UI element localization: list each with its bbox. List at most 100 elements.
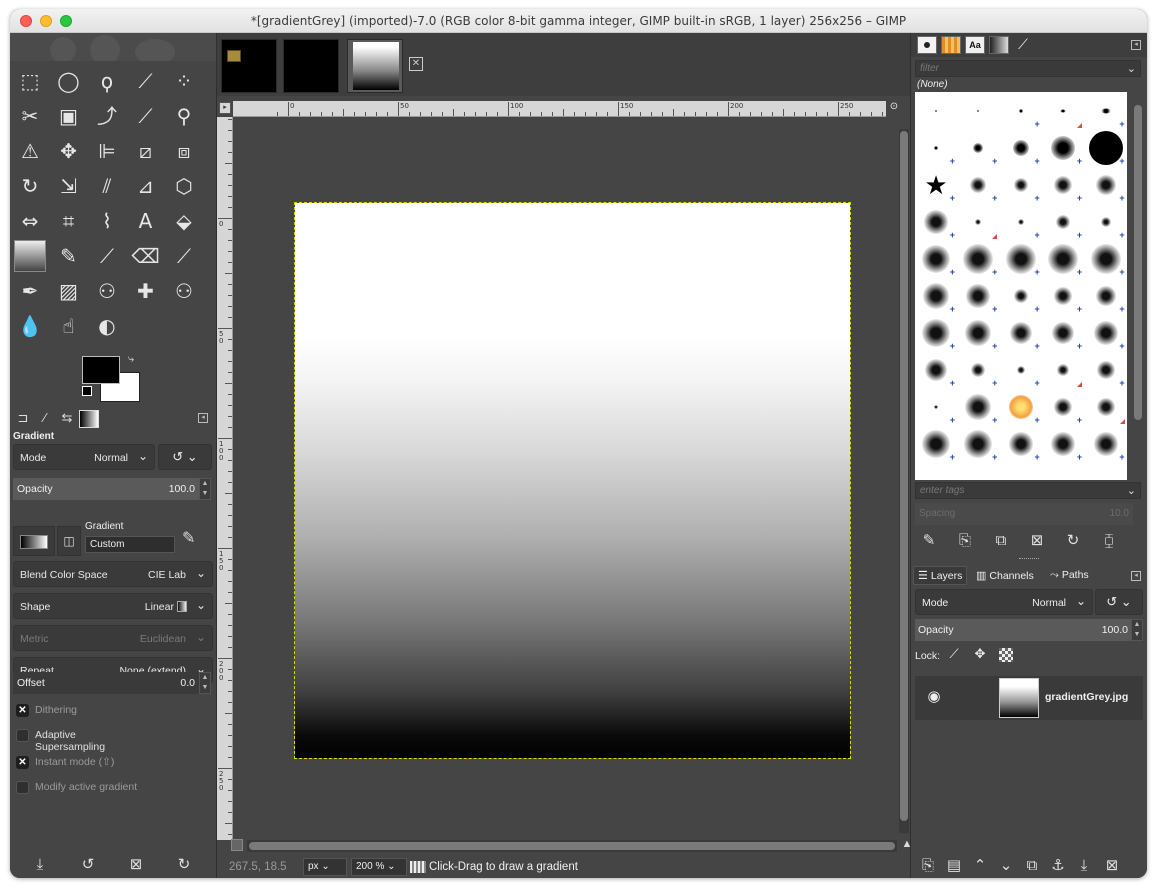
image-tab-gradientgrey[interactable] — [347, 39, 403, 93]
brush-item[interactable]: + — [915, 240, 957, 277]
mode-dropdown[interactable]: Mode Normal ⌄ — [13, 444, 155, 470]
measure-tool[interactable]: ⚠ — [14, 135, 46, 167]
adaptive-supersampling-checkbox[interactable]: Adaptive Supersampling — [14, 726, 214, 753]
dock-menu-icon[interactable]: ◂ — [1131, 40, 1141, 50]
lock-pixels-icon[interactable]: ⟋ — [945, 646, 963, 664]
options-menu-icon[interactable]: ◂ — [198, 413, 208, 423]
patterns-tab-icon[interactable] — [941, 36, 961, 54]
3d-transform-tool[interactable]: ⬡ — [168, 170, 200, 202]
device-status-tab-icon[interactable]: ⁄ — [35, 410, 55, 428]
reset-options-icon[interactable]: ↻ — [172, 855, 196, 875]
brush-item[interactable]: + — [915, 388, 957, 425]
brush-item[interactable]: + — [1085, 166, 1127, 203]
brush-item[interactable] — [915, 92, 957, 129]
color-picker-tool[interactable]: ⟋ — [130, 100, 162, 132]
raise-layer-icon[interactable]: ⌃ — [969, 856, 991, 876]
text-tool[interactable]: A — [130, 205, 162, 237]
brush-spacing-slider[interactable]: Spacing 10.0 — [915, 503, 1133, 525]
lower-layer-icon[interactable]: ⌄ — [995, 856, 1017, 876]
brush-item[interactable]: + — [1042, 203, 1084, 240]
brush-item[interactable]: + — [1000, 425, 1042, 462]
clone-tool[interactable]: ⚇ — [91, 275, 123, 307]
open-brush-as-image-icon[interactable]: ⧮ — [1099, 531, 1119, 551]
layer-name[interactable]: gradientGrey.jpg — [1045, 691, 1128, 703]
zoom-dropdown[interactable]: 200 % ⌄ — [351, 858, 407, 876]
ellipse-select-tool[interactable]: ◯ — [53, 65, 85, 97]
brush-item[interactable]: + — [1085, 314, 1127, 351]
restore-options-icon[interactable]: ↺ — [76, 855, 100, 875]
brushes-tab-icon[interactable] — [917, 36, 937, 54]
lock-alpha-icon[interactable] — [999, 648, 1013, 662]
brush-item[interactable]: + — [957, 351, 999, 388]
layer-row[interactable]: ◉ gradientGrey.jpg — [915, 676, 1143, 720]
vertical-ruler[interactable]: 0 5 0 1 0 0 1 5 0 2 0 0 2 5 0 — [217, 117, 233, 840]
brush-item[interactable]: ★ + — [915, 166, 957, 203]
foreground-select-tool[interactable]: ▣ — [53, 100, 85, 132]
paintbrush-tool[interactable]: ⟋ — [91, 240, 123, 272]
opacity-spinner[interactable]: ▲ ▼ — [199, 478, 211, 500]
brush-item[interactable]: + — [915, 425, 957, 462]
horizontal-ruler[interactable]: 0 50 100 150 200 250 — [233, 101, 886, 117]
brush-filter-field[interactable]: filter ⌄ — [915, 60, 1141, 77]
quick-mask-toggle[interactable] — [231, 839, 243, 851]
brush-item[interactable] — [1085, 388, 1127, 425]
merge-layer-icon[interactable]: ⤓ — [1073, 856, 1095, 876]
brush-item[interactable]: + — [957, 166, 999, 203]
gradient-image[interactable] — [294, 202, 851, 759]
gradient-tool[interactable] — [14, 240, 46, 272]
brush-tags-field[interactable]: enter tags ⌄ — [915, 482, 1141, 499]
layer-opacity-slider[interactable]: Opacity 100.0 — [915, 619, 1131, 641]
offset-spinner[interactable]: ▲ ▼ — [199, 672, 211, 694]
default-colors-icon[interactable] — [82, 386, 92, 396]
brush-item[interactable]: + — [915, 277, 957, 314]
layers-menu-icon[interactable]: ◂ — [1131, 571, 1141, 581]
mypaint-brush-tool[interactable]: ▨ — [53, 275, 85, 307]
brush-item[interactable]: + — [957, 388, 999, 425]
brush-item[interactable] — [957, 203, 999, 240]
ruler-menu-icon[interactable]: ▸ — [219, 102, 231, 114]
airbrush-tool[interactable]: ⟋ — [168, 240, 200, 272]
image-tab-2[interactable] — [283, 39, 339, 93]
cage-transform-tool[interactable]: ⌗ — [53, 205, 85, 237]
delete-options-icon[interactable]: ⊠ — [124, 855, 148, 875]
unit-dropdown[interactable]: px ⌄ — [303, 858, 347, 876]
brush-item[interactable]: + — [1000, 351, 1042, 388]
brush-item[interactable]: + — [1000, 388, 1042, 425]
tool-options-tab-icon[interactable]: ⊐ — [13, 410, 33, 428]
gradients-tab-icon[interactable] — [79, 410, 99, 428]
edit-gradient-icon[interactable]: ✎ — [182, 528, 195, 548]
brush-item[interactable]: + — [957, 425, 999, 462]
brush-item[interactable]: + — [1042, 425, 1084, 462]
brush-item[interactable]: + — [915, 314, 957, 351]
navigate-icon[interactable]: ⊙ — [886, 101, 902, 117]
heal-tool[interactable]: ✚ — [130, 275, 162, 307]
bucket-fill-tool[interactable]: ⬙ — [168, 205, 200, 237]
brush-item[interactable]: + — [1042, 240, 1084, 277]
brush-item[interactable]: + — [915, 203, 957, 240]
brush-item[interactable]: + — [1000, 129, 1042, 166]
brush-item[interactable]: + — [1042, 314, 1084, 351]
image-tab-1[interactable] — [221, 39, 277, 93]
brush-item[interactable] — [1042, 92, 1084, 129]
brush-item[interactable]: + — [1000, 203, 1042, 240]
swap-colors-icon[interactable]: ⤷ — [128, 353, 134, 366]
brush-item[interactable]: + — [957, 277, 999, 314]
perspective-tool[interactable]: ⊿ — [130, 170, 162, 202]
brush-item[interactable]: + — [915, 129, 957, 166]
close-tab-icon[interactable]: ✕ — [409, 57, 423, 71]
horizontal-scrollbar[interactable] — [247, 840, 897, 852]
brush-item[interactable]: + — [1085, 129, 1127, 166]
visibility-eye-icon[interactable]: ◉ — [923, 687, 945, 709]
scale-tool[interactable]: ⇲ — [53, 170, 85, 202]
rect-select-tool[interactable]: ⬚ — [14, 65, 46, 97]
undo-history-tab-icon[interactable]: ⇆ — [57, 410, 77, 428]
brush-grid[interactable]: + + + + + + + ★ + + + + + + + + + + + + + + + + + + + + + + + + + + + + + + + +… — [915, 92, 1127, 480]
dodge-burn-tool[interactable]: ◐ — [91, 310, 123, 342]
free-select-tool[interactable]: ϙ — [91, 65, 123, 97]
brush-item[interactable]: + — [1085, 92, 1127, 129]
zoom-tool[interactable]: ⚲ — [168, 100, 200, 132]
brush-item[interactable]: + — [1042, 277, 1084, 314]
instant-mode-checkbox[interactable]: ✕ Instant mode (⇧) — [14, 753, 214, 773]
paths-tab[interactable]: ⤳ Paths — [1045, 566, 1094, 585]
flip-tool[interactable]: ⇔ — [14, 205, 46, 237]
